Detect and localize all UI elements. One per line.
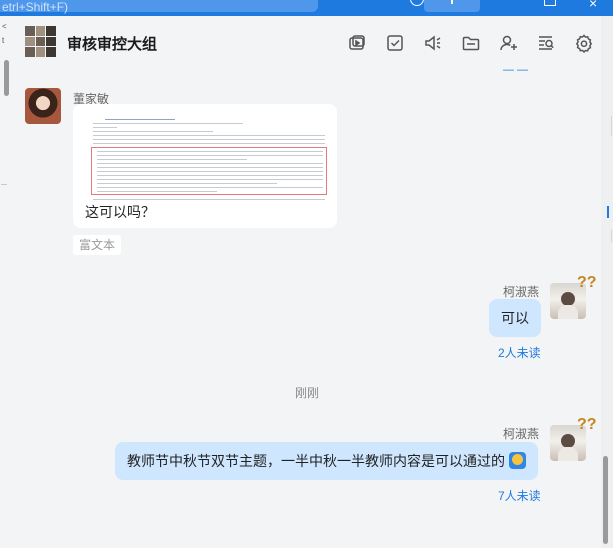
chat-scrollbar[interactable]: [603, 456, 608, 544]
question-marks-decoration: ??: [577, 416, 597, 433]
face-with-raised-hand-emoji: [509, 452, 526, 469]
search-history-icon[interactable]: [536, 33, 556, 53]
screen-share-icon[interactable]: [347, 33, 367, 53]
divider: [611, 230, 612, 242]
unread-count[interactable]: 2人未读: [498, 344, 541, 361]
rich-text-message[interactable]: 这可以吗？: [73, 104, 337, 228]
announcement-icon[interactable]: [423, 33, 443, 53]
outgoing-message-bubble[interactable]: 可以: [489, 299, 541, 337]
sender-name: 柯淑燕: [503, 427, 540, 441]
divider: [1, 184, 7, 185]
list-scrollbar[interactable]: [4, 60, 9, 96]
list-fragment: <: [2, 22, 7, 31]
create-plus-button[interactable]: [424, 0, 480, 12]
unread-count-peek: — —: [503, 64, 529, 76]
settings-icon[interactable]: [574, 33, 594, 54]
question-marks-decoration: ??: [577, 274, 597, 291]
unread-count[interactable]: 7人未读: [498, 487, 541, 504]
document-preview-image[interactable]: [89, 117, 329, 205]
title-bar: etrl+Shift+F) ×: [0, 0, 613, 16]
list-fragment: t: [2, 36, 5, 45]
global-search-input[interactable]: etrl+Shift+F): [0, 0, 318, 14]
task-check-icon[interactable]: [385, 33, 405, 53]
message-text: 这可以吗？: [85, 204, 155, 220]
clock-icon[interactable]: [410, 0, 424, 6]
divider: [611, 116, 612, 136]
message-list: — — 董家敏 这可以吗？ 富文本 柯淑燕 ?? 可以 2人未读 刚刚 柯淑燕 …: [13, 64, 608, 548]
rich-text-tag: 富文本: [73, 235, 122, 255]
time-separator: 刚刚: [295, 386, 320, 400]
sender-name: 柯淑燕: [503, 285, 540, 299]
search-placeholder: etrl+Shift+F): [2, 0, 69, 14]
group-avatar[interactable]: [25, 26, 56, 57]
avatar[interactable]: [25, 88, 61, 124]
close-icon[interactable]: ×: [589, 0, 597, 10]
group-title[interactable]: 审核审控大组: [67, 33, 157, 54]
side-marker: [607, 206, 609, 218]
add-member-icon[interactable]: [499, 33, 519, 53]
chat-header: 审核审控大组: [13, 16, 601, 70]
outgoing-message-bubble[interactable]: 教师节中秋节双节主题，一半中秋一半教师内容是可以通过的: [115, 442, 538, 480]
conversation-list-edge: < t: [0, 16, 13, 548]
maximize-icon[interactable]: [544, 0, 556, 6]
folder-icon[interactable]: [461, 33, 481, 53]
message-text: 教师节中秋节双节主题，一半中秋一半教师内容是可以通过的: [127, 453, 505, 469]
